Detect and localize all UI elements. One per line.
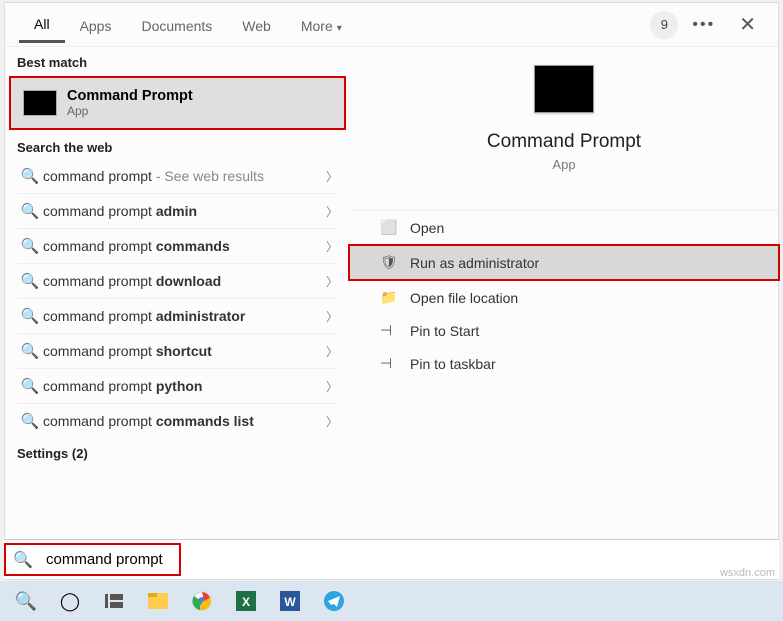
taskbar-cortana-icon[interactable]: ◯ bbox=[48, 581, 92, 621]
group-search-web: Search the web bbox=[5, 132, 350, 159]
action-open-file-location[interactable]: 📁Open file location bbox=[350, 281, 778, 314]
taskbar-telegram-icon[interactable] bbox=[312, 581, 356, 621]
search-icon: 🔍 bbox=[17, 167, 43, 185]
taskbar-search-icon[interactable]: 🔍 bbox=[4, 581, 48, 621]
chevron-right-icon: 〉 bbox=[326, 238, 338, 255]
search-input[interactable]: command prompt bbox=[40, 549, 169, 570]
search-icon: 🔍 bbox=[17, 377, 43, 395]
watermark: wsxdn.com bbox=[720, 567, 775, 579]
web-result-3[interactable]: 🔍command prompt download〉 bbox=[5, 264, 350, 298]
result-text: command prompt commands list bbox=[43, 413, 326, 429]
folder-icon: 📁 bbox=[380, 289, 410, 306]
taskbar-word-icon[interactable]: W bbox=[268, 581, 312, 621]
more-options-icon[interactable]: ••• bbox=[692, 16, 715, 34]
notification-badge[interactable]: 9 bbox=[650, 11, 678, 39]
svg-text:W: W bbox=[284, 595, 296, 609]
chevron-right-icon: 〉 bbox=[326, 343, 338, 360]
group-settings: Settings (2) bbox=[5, 438, 350, 465]
chevron-right-icon: 〉 bbox=[326, 168, 338, 185]
action-run-as-admin[interactable]: 🛡Run as administrator bbox=[348, 244, 780, 281]
result-text: command prompt administrator bbox=[43, 308, 326, 324]
search-icon: 🔍 bbox=[17, 272, 43, 290]
search-panel: All Apps Documents Web More▾ 9 ••• ✕ Bes… bbox=[4, 2, 779, 580]
chevron-right-icon: 〉 bbox=[326, 378, 338, 395]
taskbar-explorer-icon[interactable] bbox=[136, 581, 180, 621]
search-icon: 🔍 bbox=[17, 412, 43, 430]
svg-text:X: X bbox=[242, 595, 250, 609]
taskbar-excel-icon[interactable]: X bbox=[224, 581, 268, 621]
chevron-right-icon: 〉 bbox=[326, 203, 338, 220]
tab-all[interactable]: All bbox=[19, 6, 65, 43]
taskbar-chrome-icon[interactable] bbox=[180, 581, 224, 621]
result-text: command prompt commands bbox=[43, 238, 326, 254]
result-text: command prompt - See web results bbox=[43, 168, 326, 184]
taskbar-taskview-icon[interactable] bbox=[92, 581, 136, 621]
web-result-4[interactable]: 🔍command prompt administrator〉 bbox=[5, 299, 350, 333]
web-result-6[interactable]: 🔍command prompt python〉 bbox=[5, 369, 350, 403]
preview-pane: Command Prompt App ⬜Open 🛡Run as adminis… bbox=[350, 47, 778, 537]
web-result-1[interactable]: 🔍command prompt admin〉 bbox=[5, 194, 350, 228]
chevron-right-icon: 〉 bbox=[326, 308, 338, 325]
tab-bar: All Apps Documents Web More▾ 9 ••• ✕ bbox=[5, 3, 778, 47]
preview-sub: App bbox=[552, 157, 575, 172]
pin-icon: ⊣ bbox=[380, 322, 410, 339]
web-result-7[interactable]: 🔍command prompt commands list〉 bbox=[5, 404, 350, 438]
action-pin-taskbar[interactable]: ⊣Pin to taskbar bbox=[350, 347, 778, 380]
group-best-match: Best match bbox=[5, 47, 350, 74]
cmd-icon bbox=[23, 90, 57, 116]
search-icon: 🔍 bbox=[6, 550, 40, 570]
web-result-5[interactable]: 🔍command prompt shortcut〉 bbox=[5, 334, 350, 368]
chevron-right-icon: 〉 bbox=[326, 273, 338, 290]
tab-web[interactable]: Web bbox=[227, 8, 286, 42]
web-result-2[interactable]: 🔍command prompt commands〉 bbox=[5, 229, 350, 263]
result-text: command prompt admin bbox=[43, 203, 326, 219]
search-icon: 🔍 bbox=[17, 202, 43, 220]
best-match-item[interactable]: Command Prompt App bbox=[9, 76, 346, 130]
preview-cmd-icon bbox=[534, 65, 594, 113]
search-icon: 🔍 bbox=[17, 342, 43, 360]
preview-title: Command Prompt bbox=[487, 131, 641, 153]
search-icon: 🔍 bbox=[17, 307, 43, 325]
result-text: command prompt download bbox=[43, 273, 326, 289]
close-icon[interactable]: ✕ bbox=[731, 12, 764, 37]
shield-icon: 🛡 bbox=[380, 254, 410, 271]
action-pin-start[interactable]: ⊣Pin to Start bbox=[350, 314, 778, 347]
open-icon: ⬜ bbox=[380, 219, 410, 236]
chevron-right-icon: 〉 bbox=[326, 413, 338, 430]
result-text: command prompt shortcut bbox=[43, 343, 326, 359]
search-icon: 🔍 bbox=[17, 237, 43, 255]
best-match-name: Command Prompt bbox=[67, 88, 193, 104]
pin-icon: ⊣ bbox=[380, 355, 410, 372]
chevron-down-icon: ▾ bbox=[337, 23, 342, 34]
result-text: command prompt python bbox=[43, 378, 326, 394]
action-open[interactable]: ⬜Open bbox=[350, 211, 778, 244]
tab-apps[interactable]: Apps bbox=[65, 8, 127, 42]
tab-more[interactable]: More▾ bbox=[286, 8, 357, 42]
tab-documents[interactable]: Documents bbox=[126, 8, 227, 42]
best-match-sub: App bbox=[67, 104, 193, 118]
results-list: Best match Command Prompt App Search the… bbox=[5, 47, 350, 537]
web-result-0[interactable]: 🔍command prompt - See web results〉 bbox=[5, 159, 350, 193]
search-row: 🔍 command prompt bbox=[4, 539, 779, 579]
taskbar: 🔍 ◯ X W bbox=[0, 581, 783, 621]
